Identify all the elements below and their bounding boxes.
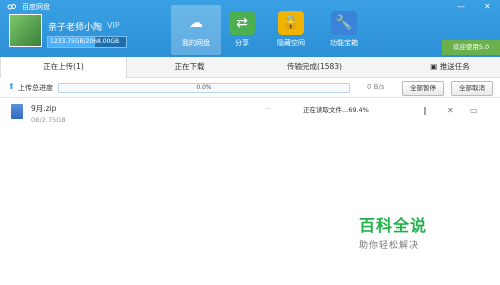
storage-quota-bar: 1233.75GB/2068.00GB — [47, 36, 127, 48]
total-progress-percent: 0.0% — [196, 84, 212, 91]
watermark-subtitle: 助你轻松解决 — [359, 241, 420, 251]
storage-quota-text: 1233.75GB/2068.00GB — [50, 38, 120, 45]
nav-hidden-space[interactable]: 🔒 隐藏空间 — [266, 5, 316, 55]
tab-push-tasks[interactable]: ▣ 推送任务 — [400, 57, 500, 77]
nav-share[interactable]: ⇄ 分享 — [217, 5, 267, 55]
nav-my-disk-label: 我的网盘 — [182, 39, 210, 47]
total-progress-label: 上传总进度 — [18, 84, 53, 92]
upload-speed: 0 B/s — [367, 83, 385, 91]
file-more-dots: ... — [264, 103, 271, 111]
tab-uploading[interactable]: 正在上传(1) — [0, 57, 127, 78]
username[interactable]: 亲子老师小陶 — [48, 20, 102, 33]
total-progress-bar: 0.0% — [58, 83, 350, 93]
nav-my-disk[interactable]: ☁ 我的网盘 — [171, 5, 221, 55]
nav-toolbox[interactable]: 🔧 功能宝箱 — [319, 5, 369, 55]
open-folder-icon[interactable]: ▭ — [470, 106, 478, 115]
vip-badge[interactable]: VIP — [107, 21, 120, 30]
watermark-title: 百科全说 — [359, 216, 428, 235]
close-window-button[interactable]: ✕ — [484, 2, 491, 12]
welcome-5-button[interactable]: 欢迎使用5.0 — [442, 40, 500, 55]
nav-toolbox-label: 功能宝箱 — [330, 39, 358, 47]
minimize-button[interactable]: — — [457, 2, 465, 12]
pause-icon[interactable]: ‖ — [423, 106, 427, 115]
tab-downloading[interactable]: 正在下载 — [127, 57, 252, 77]
file-status: 正在读取文件...69.4% — [303, 106, 369, 114]
cancel-all-button[interactable]: 全部取消 — [451, 81, 493, 96]
nav-hidden-space-label: 隐藏空间 — [277, 39, 305, 47]
tab-push-tasks-label: 推送任务 — [439, 62, 470, 71]
zip-file-icon — [11, 104, 23, 119]
title-bar-header: 百度网盘 — ✕ 亲子老师小陶 VIP 1233.75GB/2068.00GB … — [0, 0, 500, 57]
app-title: 百度网盘 — [22, 3, 50, 11]
file-size: 0B/2.75GB — [31, 116, 66, 124]
transfer-tabs: 正在上传(1) 正在下载 传输完成(1583) ▣ 推送任务 — [0, 57, 500, 78]
share-icon: ⇄ — [229, 11, 255, 35]
lock-icon: 🔒 — [278, 11, 304, 35]
tab-completed[interactable]: 传输完成(1583) — [252, 57, 377, 77]
pause-all-button[interactable]: 全部暂停 — [402, 81, 444, 96]
monitor-icon: ▣ — [430, 62, 440, 71]
watermark: 百科全说 助你轻松解决 — [359, 212, 427, 251]
nav-share-label: 分享 — [235, 39, 249, 47]
cancel-icon[interactable]: ✕ — [447, 106, 454, 115]
cloud-icon: ☁ — [189, 15, 203, 31]
toolbox-icon: 🔧 — [331, 11, 357, 35]
upload-arrow-icon: ⬆ — [8, 82, 15, 91]
user-avatar[interactable] — [9, 14, 42, 47]
file-name: 9月.zip — [31, 104, 57, 113]
baidu-cloud-logo-icon — [7, 4, 16, 10]
total-progress-row: ⬆ 上传总进度 0.0% 0 B/s 全部暂停 全部取消 — [0, 78, 500, 98]
